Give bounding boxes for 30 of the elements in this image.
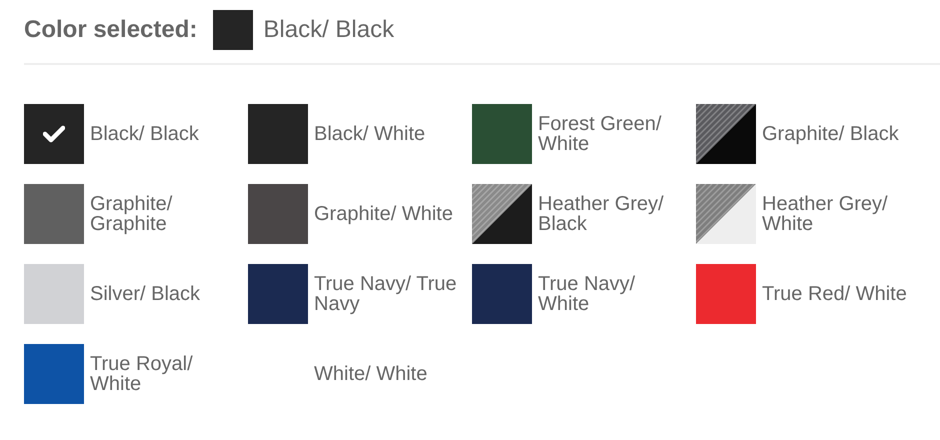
color-name: True Navy/ True Navy — [314, 274, 458, 314]
color-swatch[interactable] — [24, 344, 84, 404]
color-name: Heather Grey/ White — [762, 194, 889, 234]
color-swatch[interactable] — [696, 264, 756, 324]
check-icon — [43, 125, 65, 143]
color-name: Black/ White — [314, 124, 426, 144]
color-name: True Royal/ White — [90, 354, 194, 394]
color-swatch[interactable] — [24, 104, 84, 164]
color-name: Silver/ Black — [90, 284, 202, 304]
color-swatch[interactable] — [472, 184, 532, 244]
color-swatch[interactable] — [248, 264, 308, 324]
color-swatch[interactable] — [248, 104, 308, 164]
color-name: Heather Grey/ Black — [538, 194, 665, 234]
color-name: Graphite/ White — [314, 204, 454, 224]
color-name: Forest Green/ White — [538, 114, 662, 154]
color-swatch[interactable] — [248, 184, 308, 244]
color-swatch[interactable] — [472, 264, 532, 324]
color-name: True Navy/ White — [538, 274, 636, 314]
color-swatch[interactable] — [696, 184, 756, 244]
color-name: Black/ Black — [90, 124, 200, 144]
color-swatch[interactable] — [472, 104, 532, 164]
color-name: True Red/ White — [762, 284, 907, 304]
color-name: White/ White — [314, 364, 428, 384]
selected-color-name: Black/ Black — [263, 14, 394, 44]
color-swatch[interactable] — [24, 264, 84, 324]
color-name: Graphite/ Black — [762, 124, 900, 144]
color-swatch[interactable] — [24, 184, 84, 244]
color-selected-label: Color selected: — [24, 14, 198, 44]
color-name: Graphite/ Graphite — [90, 194, 174, 234]
color-swatch[interactable] — [696, 104, 756, 164]
